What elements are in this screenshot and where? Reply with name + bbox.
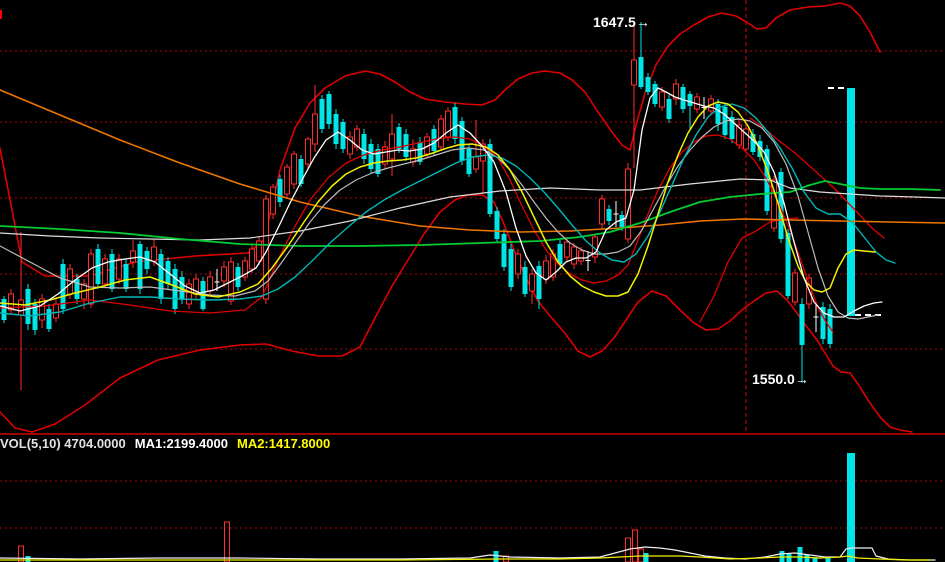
candle-body-up (660, 92, 665, 107)
candle-body-up (89, 254, 94, 304)
candle-body-up (250, 249, 255, 269)
candle-body-down (320, 99, 325, 129)
candle-body-down (502, 234, 507, 267)
candle-body-down (327, 94, 332, 124)
candle-body-up (54, 304, 59, 318)
volume-bar-down (805, 555, 810, 562)
candle-body-down (138, 244, 143, 289)
candle-body-down (467, 149, 472, 174)
candle-body-down (173, 269, 178, 309)
candle-body-up (572, 247, 577, 264)
candle-body-up (516, 254, 521, 274)
candle-body-down (646, 77, 651, 92)
candle-body-up (306, 139, 311, 164)
price-axis-tick (0, 10, 2, 19)
candle-body-down (299, 159, 304, 184)
candle-body-up (131, 251, 136, 262)
candle-body-up (600, 199, 605, 224)
candle-body-up (439, 119, 444, 147)
candle-body-down (369, 144, 374, 169)
candle-body-down (681, 87, 686, 109)
volume-bar-down (494, 551, 499, 562)
volume-bar-up (225, 522, 230, 562)
candle-body-up (313, 114, 318, 144)
candle-body-up (632, 60, 637, 85)
candle-body-down (278, 179, 283, 202)
trading-chart-window: 1647.5→ 1550.0→ VOL(5,10) 4704.0000MA1:2… (0, 0, 945, 562)
candle-body-up (208, 277, 213, 291)
candle-body-up (530, 274, 535, 291)
candle-body-up (222, 267, 227, 281)
volume-indicator-bar[interactable]: VOL(5,10) 4704.0000 MA1:2199.4000 MA2:1417… (0, 436, 339, 451)
candle-body-up (152, 247, 157, 261)
volume-bar-up (633, 530, 638, 562)
candle-body-down (523, 267, 528, 294)
candle-body-down (453, 107, 458, 139)
candle-body-down (159, 254, 164, 299)
candle-body-down (397, 127, 402, 149)
candle-body-down (2, 299, 7, 320)
candle-body-up (793, 273, 798, 302)
candle-body-down (334, 114, 339, 144)
volume-bar-down (26, 556, 31, 562)
candle-body-down (667, 99, 672, 119)
candle-body-up (579, 251, 584, 261)
vol-ma-white (0, 547, 935, 560)
boll-lower (0, 195, 912, 432)
volume-bar-down (813, 558, 818, 562)
candle-body-down (509, 249, 514, 287)
low-price-label: 1550.0→ (752, 372, 809, 386)
arrow-right-icon: → (636, 14, 650, 30)
candle-body-down (639, 57, 644, 87)
candle-body-down (495, 211, 500, 239)
candle-body-up (544, 261, 549, 279)
candle-body-up (271, 187, 276, 214)
candle-body-up (474, 157, 479, 169)
volume-bar-down (787, 554, 792, 562)
candle-body-up (285, 167, 290, 194)
candle-body-down (800, 304, 805, 345)
low-price-value: 1550.0 (752, 371, 795, 387)
candle-body-down (61, 264, 66, 309)
candle-body-up (117, 259, 122, 279)
candle-body-up (292, 154, 297, 184)
vol-indicator-label: VOL(5,10) 4704.0000 (0, 436, 126, 451)
high-price-label: 1647.5→ (593, 15, 650, 29)
ma-green (0, 181, 940, 246)
chart-canvas[interactable] (0, 0, 945, 562)
candle-body-down (124, 264, 129, 289)
volume-big-bar (847, 453, 855, 562)
arrow-right-icon: → (795, 371, 809, 387)
volume-bar-down (644, 553, 649, 562)
candle-body-up (390, 134, 395, 159)
candle-body-down (537, 266, 542, 299)
candle-body-down (47, 309, 52, 329)
vol-ma1-label: MA1:2199.4000 (135, 436, 228, 451)
candle-body-up (565, 242, 570, 257)
candle-body-down (607, 209, 612, 221)
high-price-value: 1647.5 (593, 14, 636, 30)
vol-ma2-label: MA2:1417.8000 (237, 436, 330, 451)
candle-body-down (688, 94, 693, 106)
